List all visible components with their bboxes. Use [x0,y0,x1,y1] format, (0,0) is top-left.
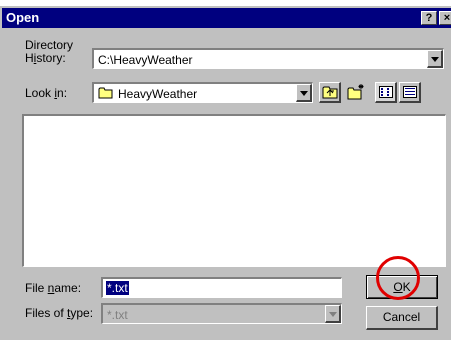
chevron-down-icon [300,91,308,96]
directory-history-combobox[interactable]: C:\HeavyWeather [92,48,444,69]
open-dialog: Open ? × Directory History: C:\HeavyWeat… [0,6,451,340]
file-list[interactable] [22,114,446,267]
up-one-level-button[interactable] [319,82,341,103]
files-of-type-combobox[interactable]: *.txt [101,303,342,324]
close-button[interactable]: × [439,11,451,25]
create-new-folder-button[interactable] [345,82,367,103]
folder-icon [98,87,113,99]
cancel-button-label: Cancel [382,310,421,324]
details-view-icon [403,86,417,98]
directory-history-label-line2: History: [25,51,66,65]
file-name-label: File name: [25,281,82,295]
files-of-type-dropdown-button[interactable] [325,305,341,323]
ok-button[interactable]: OK [366,275,438,299]
look-in-combobox[interactable]: HeavyWeather [92,82,313,103]
details-view-button[interactable] [399,82,421,103]
directory-history-value: C:\HeavyWeather [98,53,193,67]
up-one-level-icon [322,86,338,99]
list-view-button[interactable] [375,82,397,103]
title-bar: Open ? × [2,8,451,28]
create-new-folder-icon [347,84,364,100]
look-in-dropdown-button[interactable] [296,84,312,102]
look-in-label: Look in: [25,86,68,100]
file-name-input[interactable]: *.txt [101,277,342,298]
dialog-title: Open [6,10,40,25]
look-in-value: HeavyWeather [118,87,198,101]
chevron-down-icon [431,57,439,62]
files-of-type-value: *.txt [107,308,128,322]
list-view-icon [379,86,393,98]
files-of-type-label: Files of type: [25,306,94,320]
directory-history-dropdown-button[interactable] [427,50,443,68]
chevron-down-icon [329,312,337,317]
close-icon: × [443,12,451,24]
help-button[interactable]: ? [421,11,437,25]
cancel-button[interactable]: Cancel [366,306,438,330]
directory-history-label: Directory History: [25,39,73,65]
file-name-value: *.txt [106,281,129,295]
ok-button-label: OK [393,280,411,294]
help-icon: ? [425,12,433,24]
